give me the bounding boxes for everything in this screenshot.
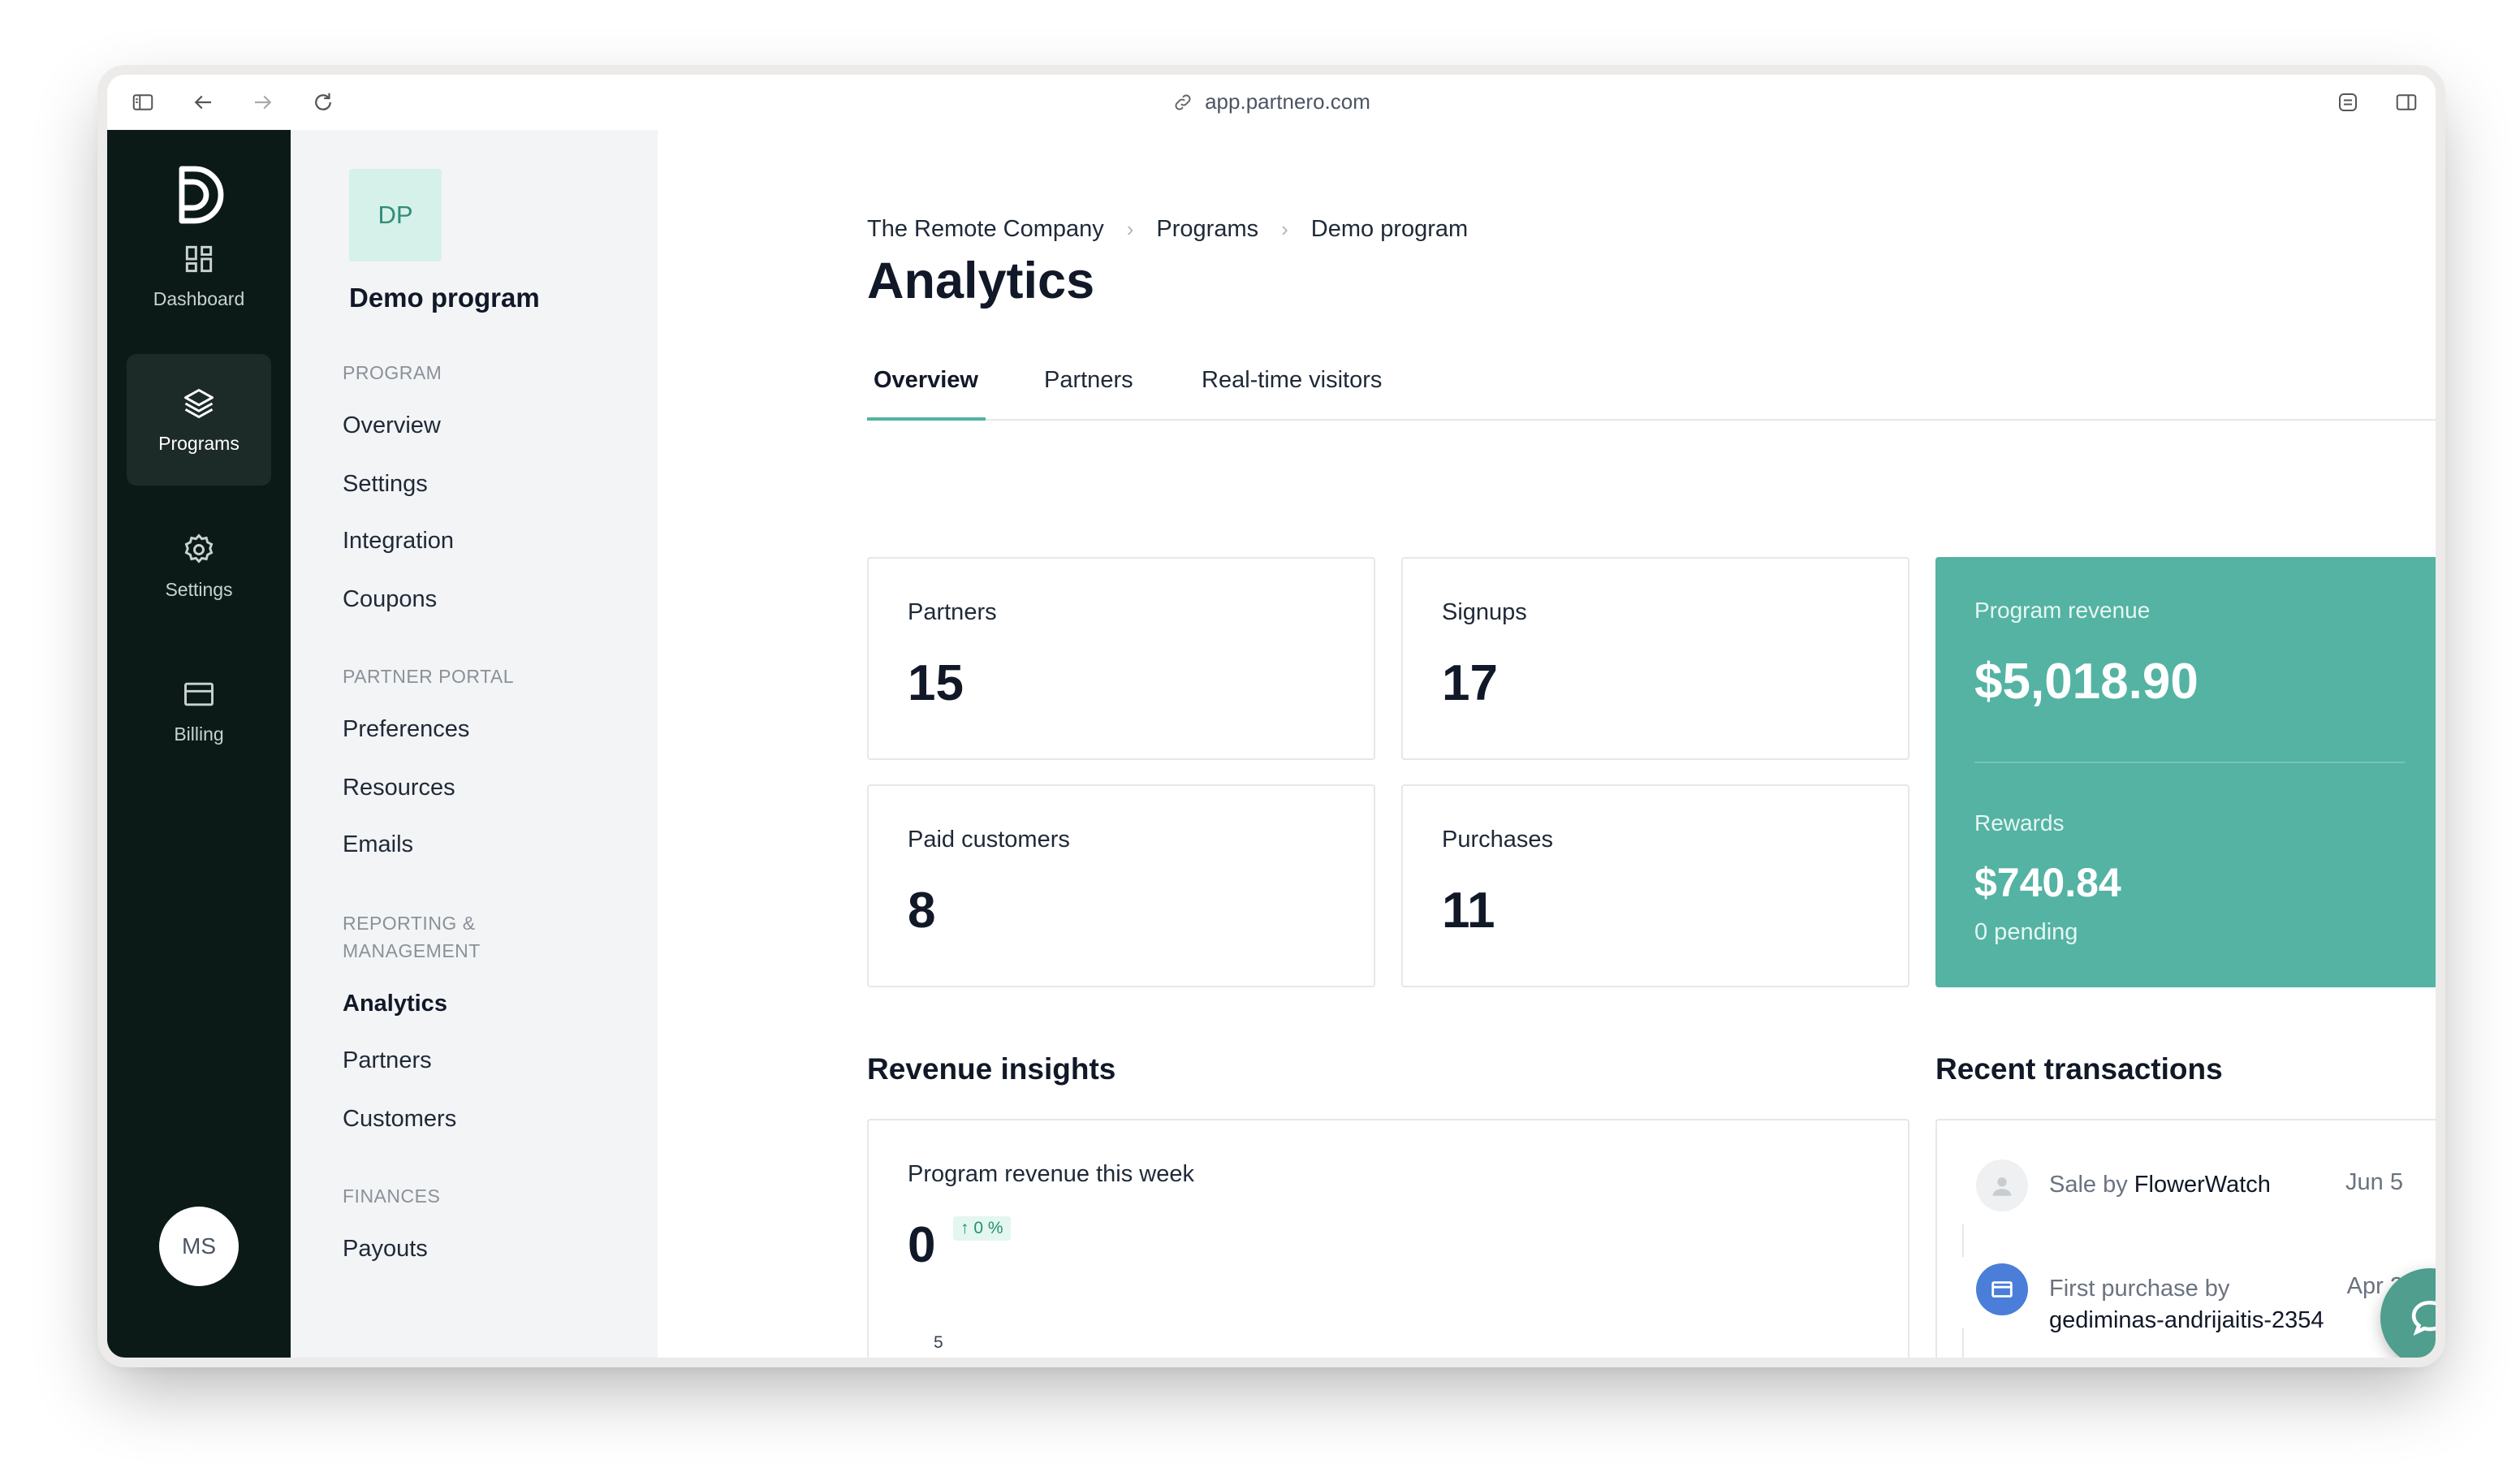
section-title-program: PROGRAM (343, 362, 442, 383)
nav-emails[interactable]: Emails (343, 831, 413, 858)
stat-label: Purchases (1442, 827, 1554, 853)
timeline-line (1962, 1224, 1964, 1257)
chart-label: Program revenue this week (908, 1161, 1194, 1187)
user-icon (1976, 1159, 2028, 1211)
user-avatar[interactable]: MS (159, 1207, 239, 1286)
transaction-date: Jun 5 (2345, 1169, 2403, 1195)
nav-customers[interactable]: Customers (343, 1106, 456, 1133)
stat-card-signups: Signups 17 (1401, 557, 1909, 760)
recent-transactions-title: Recent transactions (1935, 1052, 2223, 1086)
transaction-text: First purchase by gediminas-andrijaitis-… (2049, 1273, 2325, 1336)
active-tab-indicator (867, 417, 986, 421)
link-icon (1175, 94, 1191, 110)
page-title: Analytics (867, 253, 1095, 309)
breadcrumb-demo-program[interactable]: Demo program (1311, 216, 1468, 243)
rail-label-dashboard: Dashboard (153, 287, 245, 309)
transaction-text: Sale by FlowerWatch (2049, 1169, 2271, 1201)
transactions-card: Sale by FlowerWatch Jun 5 First purchase… (1935, 1119, 2436, 1358)
url-text: app.partnero.com (1205, 89, 1370, 114)
stat-label: Paid customers (908, 827, 1070, 853)
stat-label: Partners (908, 599, 997, 625)
chevron-right-icon: › (1281, 217, 1288, 241)
tab-partners[interactable]: Partners (1044, 367, 1133, 394)
chevron-right-icon: › (1126, 217, 1134, 241)
nav-partners[interactable]: Partners (343, 1047, 432, 1074)
rail-label-programs: Programs (158, 432, 239, 454)
transaction-partner: FlowerWatch (2134, 1172, 2271, 1198)
rail-label-settings: Settings (165, 578, 233, 600)
dashboard-icon (185, 245, 213, 272)
timeline-line (1962, 1328, 1964, 1358)
browser-window: app.partnero.com Dashboard Programs Sett… (107, 75, 2436, 1358)
transaction-partner: gediminas-andrijaitis-2354 (2049, 1307, 2324, 1333)
stat-value: 17 (1442, 655, 1498, 711)
tab-bar: Overview Partners Real-time visitors (867, 357, 2436, 421)
nav-integration[interactable]: Integration (343, 528, 454, 555)
billing-icon (184, 682, 214, 706)
rail-item-programs[interactable]: Programs (127, 354, 271, 486)
nav-overview[interactable]: Overview (343, 412, 441, 439)
gear-icon (184, 533, 214, 563)
y-tick-label: 5 (934, 1333, 943, 1352)
stat-value: 11 (1442, 883, 1495, 939)
section-title-partner-portal: PARTNER PORTAL (343, 666, 515, 687)
nav-payouts[interactable]: Payouts (343, 1236, 428, 1263)
revenue-insights-title: Revenue insights (867, 1052, 1116, 1086)
nav-coupons[interactable]: Coupons (343, 586, 437, 613)
rewards-value: $740.84 (1974, 860, 2121, 905)
stat-card-partners: Partners 15 (867, 557, 1375, 760)
tab-real-time-visitors[interactable]: Real-time visitors (1202, 367, 1382, 394)
address-bar[interactable]: app.partnero.com (107, 89, 2436, 114)
chat-icon (2411, 1300, 2436, 1336)
transaction-prefix: First purchase by (2049, 1276, 2230, 1302)
rail-item-settings[interactable]: Settings (127, 500, 271, 632)
rewards-pending: 0 pending (1974, 919, 2078, 945)
extensions-icon[interactable] (2332, 86, 2364, 119)
stat-card-paid-customers: Paid customers 8 (867, 784, 1375, 987)
divider (1974, 762, 2405, 763)
rewards-label: Rewards (1974, 810, 2065, 835)
program-badge: DP (349, 169, 442, 261)
revenue-value: $5,018.90 (1974, 654, 2199, 710)
program-name: Demo program (349, 283, 540, 313)
stat-value: 8 (908, 883, 936, 939)
breadcrumb-company[interactable]: The Remote Company (867, 216, 1104, 243)
transaction-prefix: Sale by (2049, 1172, 2128, 1198)
layers-icon (184, 388, 214, 418)
nav-analytics[interactable]: Analytics (343, 991, 447, 1017)
breadcrumb: The Remote Company › Programs › Demo pro… (867, 216, 1468, 243)
tab-overview[interactable]: Overview (874, 367, 978, 394)
revenue-label: Program revenue (1974, 598, 2151, 623)
breadcrumb-programs[interactable]: Programs (1156, 216, 1258, 243)
browser-toolbar: app.partnero.com (107, 75, 2436, 130)
main-content: The Remote Company › Programs › Demo pro… (658, 130, 2436, 1358)
change-badge: ↑ 0 % (953, 1216, 1011, 1241)
rail-label-billing: Billing (174, 723, 224, 745)
nav-preferences[interactable]: Preferences (343, 716, 469, 743)
rail-item-billing[interactable]: Billing (127, 645, 271, 776)
program-revenue-card: Program revenue $5,018.90 Rewards $740.8… (1935, 557, 2436, 987)
revenue-chart-card: Program revenue this week 0 ↑ 0 % 5 4 (867, 1119, 1909, 1358)
section-title-reporting: REPORTING & MANAGEMENT (343, 913, 481, 961)
primary-sidebar: Dashboard Programs Settings Billing MS (107, 130, 291, 1358)
chart-value: 0 (908, 1217, 936, 1273)
nav-settings[interactable]: Settings (343, 471, 428, 498)
stat-card-purchases: Purchases 11 (1401, 784, 1909, 987)
purchase-icon (1976, 1263, 2028, 1315)
split-view-icon[interactable] (2390, 86, 2423, 119)
section-title-finances: FINANCES (343, 1185, 441, 1207)
nav-resources[interactable]: Resources (343, 775, 455, 801)
stat-label: Signups (1442, 599, 1527, 625)
program-sidebar: DP Demo program PROGRAM Overview Setting… (291, 130, 658, 1358)
rail-item-dashboard[interactable]: Dashboard (127, 209, 271, 341)
stat-value: 15 (908, 655, 964, 711)
